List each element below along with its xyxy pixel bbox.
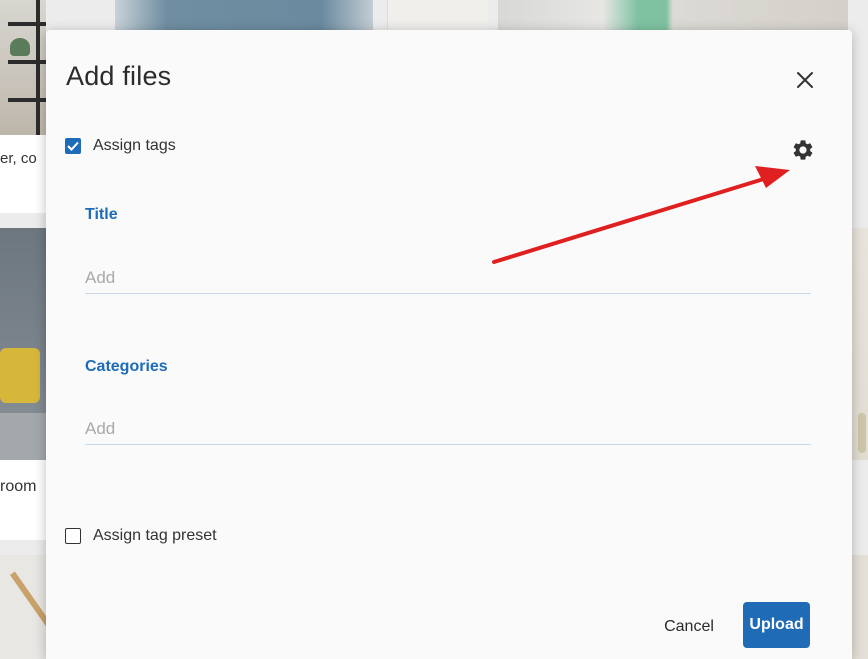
assign-tag-preset-label: Assign tag preset <box>93 527 217 544</box>
gallery-caption: room <box>0 460 46 540</box>
title-input[interactable] <box>85 263 811 294</box>
assign-tags-checkbox[interactable]: Assign tags <box>65 137 176 155</box>
gallery-thumbnail[interactable] <box>115 0 373 30</box>
gallery-thumbnail[interactable] <box>498 0 848 30</box>
checkbox-unchecked-icon <box>65 528 81 544</box>
gear-icon <box>793 140 813 160</box>
add-files-dialog: Add files Assign tags Title Categories A… <box>46 30 852 659</box>
close-button[interactable] <box>790 65 820 95</box>
gallery-caption-text: room <box>0 478 37 495</box>
gallery-caption-text: er, co <box>0 150 37 167</box>
upload-button[interactable]: Upload <box>743 602 810 648</box>
gallery-thumbnail[interactable] <box>0 228 46 460</box>
categories-field-label: Categories <box>85 358 168 375</box>
gallery-caption: er, co <box>0 135 46 213</box>
close-icon <box>797 72 813 88</box>
title-field-label: Title <box>85 206 118 223</box>
gallery-thumbnail[interactable] <box>387 0 488 30</box>
dialog-title: Add files <box>66 61 172 91</box>
categories-input[interactable] <box>85 414 811 445</box>
gallery-thumbnail[interactable] <box>852 555 868 659</box>
gallery-thumbnail[interactable] <box>0 0 46 135</box>
assign-tags-label: Assign tags <box>93 137 176 154</box>
gallery-thumbnail[interactable] <box>0 555 46 659</box>
cancel-button[interactable]: Cancel <box>646 608 732 646</box>
assign-tag-preset-checkbox[interactable]: Assign tag preset <box>65 527 217 545</box>
checkbox-checked-icon <box>65 138 81 154</box>
gallery-thumbnail[interactable] <box>852 228 868 460</box>
tag-settings-button[interactable] <box>790 137 816 163</box>
